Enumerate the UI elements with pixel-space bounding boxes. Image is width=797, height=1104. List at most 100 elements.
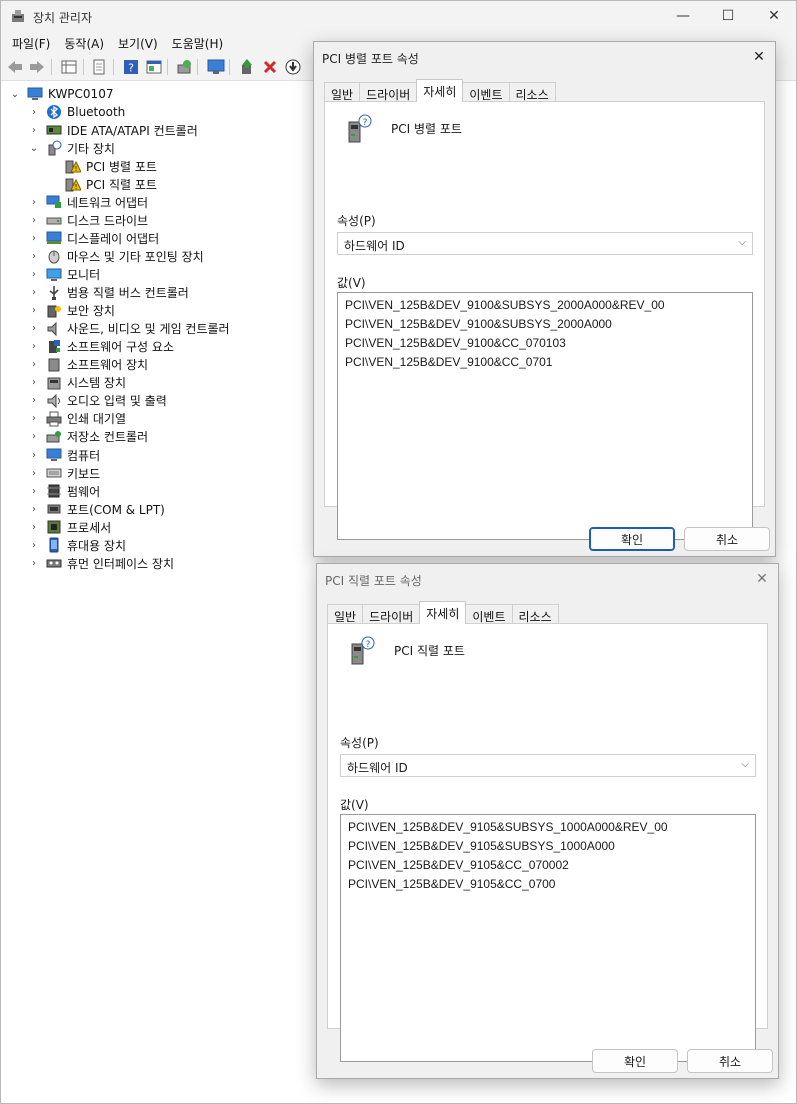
minimize-button[interactable]: —	[660, 1, 706, 31]
tree-item[interactable]: › 키보드	[28, 464, 100, 482]
chevron-right-icon[interactable]: ›	[28, 413, 40, 425]
property-dropdown[interactable]: 하드웨어 ID ⌵	[337, 232, 753, 255]
chevron-right-icon[interactable]: ›	[28, 196, 40, 208]
list-item[interactable]: PCI\VEN_125B&DEV_9100&CC_0701	[345, 353, 745, 372]
chevron-down-icon[interactable]: ⌄	[28, 142, 40, 154]
chevron-right-icon[interactable]: ›	[28, 467, 40, 479]
tree-item[interactable]: › 네트워크 어댑터	[28, 193, 148, 211]
menu-view[interactable]: 보기(V)	[111, 31, 165, 53]
tab-events[interactable]: 이벤트	[462, 82, 510, 102]
chevron-down-icon[interactable]: ⌄	[9, 88, 21, 100]
list-item[interactable]: PCI\VEN_125B&DEV_9100&CC_070103	[345, 334, 745, 353]
chevron-right-icon[interactable]: ›	[28, 287, 40, 299]
tree-root[interactable]: ⌄ KWPC0107	[9, 85, 114, 103]
cancel-button[interactable]: 취소	[684, 527, 770, 551]
maximize-button[interactable]: ☐	[705, 1, 751, 31]
properties-grid-icon[interactable]	[59, 58, 79, 76]
list-item[interactable]: PCI\VEN_125B&DEV_9105&SUBSYS_1000A000&RE…	[348, 818, 748, 837]
tree-item[interactable]: › 펌웨어	[28, 482, 100, 500]
cancel-button[interactable]: 취소	[687, 1049, 773, 1073]
tree-item[interactable]: › 소프트웨어 구성 요소	[28, 338, 174, 356]
tab-driver[interactable]: 드라이버	[359, 82, 418, 102]
chevron-right-icon[interactable]: ›	[28, 269, 40, 281]
chevron-right-icon[interactable]: ›	[28, 323, 40, 335]
tree-item[interactable]: › 시스템 장치	[28, 374, 126, 392]
tree-item[interactable]: › 포트(COM & LPT)	[28, 500, 165, 518]
list-item[interactable]: PCI\VEN_125B&DEV_9105&CC_070002	[348, 856, 748, 875]
chevron-right-icon[interactable]: ›	[28, 431, 40, 443]
chevron-right-icon[interactable]: ›	[28, 395, 40, 407]
tree-item[interactable]: › 저장소 컨트롤러	[28, 428, 148, 446]
tree-item[interactable]: › 휴먼 인터페이스 장치	[28, 554, 174, 572]
chevron-right-icon[interactable]: ›	[28, 359, 40, 371]
chevron-right-icon[interactable]: ›	[28, 305, 40, 317]
property-dropdown[interactable]: 하드웨어 ID ⌵	[340, 754, 756, 777]
list-item[interactable]: PCI\VEN_125B&DEV_9105&SUBSYS_1000A000	[348, 837, 748, 856]
tree-item[interactable]: › 컴퓨터	[28, 446, 100, 464]
tab-events[interactable]: 이벤트	[465, 604, 513, 624]
value-label: 값(V)	[337, 276, 366, 290]
chevron-right-icon[interactable]: ›	[28, 214, 40, 226]
tab-details[interactable]: 자세히	[416, 79, 464, 102]
menu-action[interactable]: 동작(A)	[57, 31, 111, 53]
list-item[interactable]: PCI\VEN_125B&DEV_9100&SUBSYS_2000A000	[345, 315, 745, 334]
tab-details[interactable]: 자세히	[419, 601, 467, 624]
uninstall-x-icon[interactable]	[260, 58, 280, 76]
chevron-right-icon[interactable]: ›	[28, 449, 40, 461]
chevron-right-icon[interactable]: ›	[28, 232, 40, 244]
chevron-right-icon[interactable]: ›	[28, 557, 40, 569]
chevron-right-icon[interactable]: ›	[28, 539, 40, 551]
menu-file[interactable]: 파일(F)	[5, 31, 57, 53]
tab-driver[interactable]: 드라이버	[362, 604, 421, 624]
tab-general[interactable]: 일반	[324, 82, 361, 102]
help-icon[interactable]: ?	[121, 58, 141, 76]
chevron-right-icon[interactable]: ›	[28, 124, 40, 136]
tree-item[interactable]: › IDE ATA/ATAPI 컨트롤러	[28, 121, 198, 139]
chevron-right-icon[interactable]: ›	[28, 106, 40, 118]
tree-child-item[interactable]: ! PCI 직렬 포트	[47, 175, 157, 193]
close-icon[interactable]: ✕	[749, 47, 769, 67]
document-icon[interactable]	[89, 58, 109, 76]
chevron-right-icon[interactable]: ›	[28, 377, 40, 389]
list-item[interactable]: PCI\VEN_125B&DEV_9105&CC_0700	[348, 875, 748, 894]
console-view-icon[interactable]	[144, 58, 164, 76]
close-icon[interactable]: ✕	[752, 569, 772, 589]
tree-item[interactable]: › 마우스 및 기타 포인팅 장치	[28, 247, 204, 265]
chevron-right-icon[interactable]: ›	[28, 521, 40, 533]
tree-item[interactable]: › 모니터	[28, 266, 100, 284]
tree-item[interactable]: › 인쇄 대기열	[28, 410, 126, 428]
update-driver-icon[interactable]	[237, 58, 257, 76]
chevron-right-icon[interactable]: ›	[28, 485, 40, 497]
tree-item[interactable]: › 오디오 입력 및 출력	[28, 392, 167, 410]
monitor-update-icon[interactable]	[206, 58, 226, 76]
chevron-right-icon[interactable]: ›	[28, 503, 40, 515]
tree-item[interactable]: › 범용 직렬 버스 컨트롤러	[28, 284, 189, 302]
tab-general[interactable]: 일반	[327, 604, 364, 624]
ok-button[interactable]: 확인	[589, 527, 675, 551]
tree-child-item[interactable]: ! PCI 병렬 포트	[47, 157, 157, 175]
tree-item[interactable]: › 보안 장치	[28, 302, 115, 320]
tree-item[interactable]: › 디스크 드라이브	[28, 211, 148, 229]
scan-hardware-icon[interactable]	[174, 58, 194, 76]
menu-help[interactable]: 도움말(H)	[165, 31, 231, 53]
tree-item[interactable]: › 소프트웨어 장치	[28, 356, 148, 374]
ok-button[interactable]: 확인	[592, 1049, 678, 1073]
download-circle-icon[interactable]	[283, 58, 303, 76]
tree-item[interactable]: › 프로세서	[28, 518, 111, 536]
chevron-right-icon[interactable]: ›	[28, 341, 40, 353]
tree-item[interactable]: › 휴대용 장치	[28, 536, 126, 554]
chevron-right-icon[interactable]: ›	[28, 250, 40, 262]
list-item[interactable]: PCI\VEN_125B&DEV_9100&SUBSYS_2000A000&RE…	[345, 296, 745, 315]
value-list[interactable]: PCI\VEN_125B&DEV_9105&SUBSYS_1000A000&RE…	[340, 814, 756, 1062]
back-arrow-icon[interactable]	[5, 58, 25, 76]
value-list[interactable]: PCI\VEN_125B&DEV_9100&SUBSYS_2000A000&RE…	[337, 292, 753, 540]
tree-item[interactable]: › 디스플레이 어댑터	[28, 229, 159, 247]
close-button[interactable]: ✕	[751, 1, 797, 31]
tree-item[interactable]: › Bluetooth	[28, 103, 125, 121]
forward-arrow-icon[interactable]	[27, 58, 47, 76]
tree-item[interactable]: › 사운드, 비디오 및 게임 컨트롤러	[28, 320, 230, 338]
tree-item-label: 펌웨어	[67, 484, 101, 499]
tree-item[interactable]: ⌄ 기타 장치	[28, 139, 115, 157]
tab-resources[interactable]: 리소스	[508, 82, 556, 102]
tab-resources[interactable]: 리소스	[511, 604, 559, 624]
